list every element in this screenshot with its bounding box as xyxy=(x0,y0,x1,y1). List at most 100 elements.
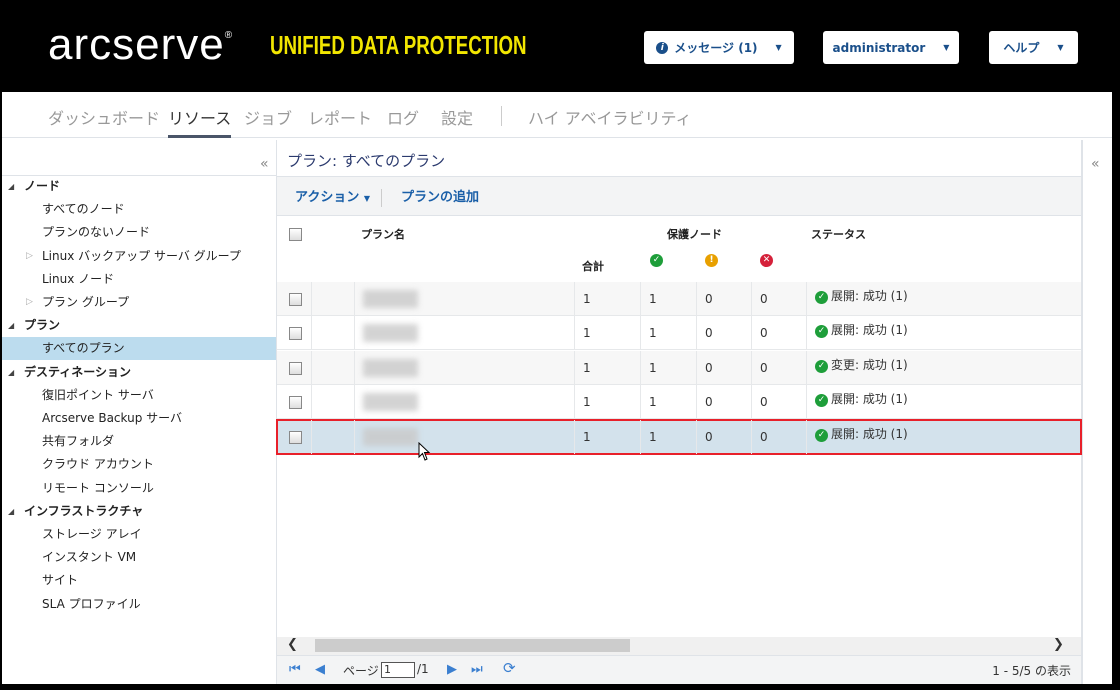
cell-ok: 1 xyxy=(640,282,696,316)
cell-err: 0 xyxy=(751,316,806,351)
next-page-icon[interactable]: ▶ xyxy=(447,662,457,677)
logo-mark: ® xyxy=(224,30,234,41)
sidebar-item-label: クラウド アカウント xyxy=(42,457,154,472)
table-row[interactable]: 1 1 0 0 ✓ 変更: 成功 (1) xyxy=(277,350,1081,385)
table-row[interactable]: 1 1 0 0 ✓ 展開: 成功 (1) xyxy=(277,282,1081,316)
horizontal-scrollbar[interactable]: ❮ ❯ xyxy=(277,637,1081,655)
sidebar-item[interactable]: クラウド アカウント xyxy=(2,453,276,476)
nav-jobs[interactable]: ジョブ xyxy=(244,105,292,129)
column-protected-nodes: 保護ノード xyxy=(667,228,722,241)
user-menu-button[interactable]: administrator ▼ xyxy=(823,31,959,64)
actions-menu[interactable]: アクション ▼ xyxy=(295,186,370,205)
column-plan-name[interactable]: プラン名 xyxy=(361,226,405,242)
sidebar-item[interactable]: Arcserve Backup サーバ xyxy=(2,407,276,430)
success-icon: ✓ xyxy=(650,254,663,267)
actions-label: アクション xyxy=(295,190,360,205)
row-checkbox[interactable] xyxy=(289,293,302,306)
page-input[interactable]: 1 xyxy=(381,662,415,678)
column-total[interactable]: 合計 xyxy=(582,258,604,274)
scroll-right-icon[interactable]: ❯ xyxy=(1053,637,1064,652)
table-row[interactable]: 1 1 0 0 ✓ 展開: 成功 (1) xyxy=(277,385,1081,420)
cell-warn: 0 xyxy=(696,419,751,454)
sidebar-item[interactable]: サイト xyxy=(2,569,276,592)
cell-warn: 0 xyxy=(696,350,751,385)
nav-logs[interactable]: ログ xyxy=(387,105,419,129)
collapse-sidebar-icon[interactable]: « xyxy=(260,156,269,172)
nav-high-availability[interactable]: ハイ アベイラビリティ xyxy=(528,105,692,129)
header-bar: arcserve® UNIFIED DATA PROTECTION i メッセージ… xyxy=(2,0,1112,92)
nav-resources[interactable]: リソース xyxy=(168,105,232,138)
sidebar-item[interactable]: ◢ デスティネーション xyxy=(2,361,276,384)
sidebar-item[interactable]: すべてのノード xyxy=(2,198,276,221)
sidebar-item[interactable]: 復旧ポイント サーバ xyxy=(2,384,276,407)
cell-plan-name[interactable] xyxy=(354,385,574,420)
sidebar-item[interactable]: インスタント VM xyxy=(2,546,276,569)
sidebar-item[interactable]: 共有フォルダ xyxy=(2,430,276,453)
cell-status: ✓ 展開: 成功 (1) xyxy=(806,385,1081,420)
status-text: 展開: 成功 (1) xyxy=(831,392,908,407)
redacted-plan-name xyxy=(363,427,418,446)
main-nav: ダッシュボード リソース ジョブ レポート ログ 設定 ハイ アベイラビリティ xyxy=(2,92,1112,138)
caret-down-icon: ▼ xyxy=(775,43,782,52)
sidebar-item[interactable]: プランのないノード xyxy=(2,221,276,244)
cell-plan-name[interactable] xyxy=(354,350,574,385)
sidebar-item[interactable]: SLA プロファイル xyxy=(2,593,276,616)
sidebar-item[interactable]: ◢ プラン xyxy=(2,314,276,337)
messages-button[interactable]: i メッセージ (1) ▼ xyxy=(644,31,794,64)
scrollbar-thumb[interactable] xyxy=(315,639,630,652)
sidebar-item-label: リモート コンソール xyxy=(42,480,154,495)
app-window: arcserve® UNIFIED DATA PROTECTION i メッセージ… xyxy=(2,0,1112,684)
column-status[interactable]: ステータス xyxy=(811,226,866,242)
sidebar-item[interactable]: Linux ノード xyxy=(2,268,276,291)
expand-panel-icon[interactable]: « xyxy=(1091,156,1100,172)
sidebar-item[interactable]: ◢ インフラストラクチャ xyxy=(2,500,276,523)
row-checkbox[interactable] xyxy=(289,327,302,341)
sidebar-item-label: プランのないノード xyxy=(42,225,151,240)
sidebar-item[interactable]: ▷ Linux バックアップ サーバ グループ xyxy=(2,245,276,268)
expanded-triangle-icon[interactable]: ◢ xyxy=(8,314,14,337)
plans-panel: プラン: すべてのプラン アクション ▼ プランの追加 プラン名 保護ノード ス… xyxy=(276,140,1082,684)
prev-page-icon[interactable]: ◀ xyxy=(315,662,325,677)
sidebar-item[interactable]: ▷ プラン グループ xyxy=(2,291,276,314)
sidebar-item-label: SLA プロファイル xyxy=(42,596,141,611)
collapsed-triangle-icon[interactable]: ▷ xyxy=(26,291,33,314)
success-icon: ✓ xyxy=(815,291,828,304)
add-plan-button[interactable]: プランの追加 xyxy=(401,186,479,205)
nav-settings[interactable]: 設定 xyxy=(441,105,473,129)
sidebar-item[interactable]: ◢ ノード xyxy=(2,175,276,198)
sidebar-item[interactable]: ストレージ アレイ xyxy=(2,523,276,546)
table-row[interactable]: 1 1 0 0 ✓ 展開: 成功 (1) xyxy=(276,418,1082,455)
scroll-left-icon[interactable]: ❮ xyxy=(287,637,298,652)
cell-total: 1 xyxy=(574,419,640,454)
redacted-plan-name xyxy=(363,324,418,343)
cell-err: 0 xyxy=(751,350,806,385)
page-title: プラン: すべてのプラン xyxy=(287,152,446,170)
success-icon: ✓ xyxy=(815,428,828,442)
nav-reports[interactable]: レポート xyxy=(308,105,372,129)
row-checkbox[interactable] xyxy=(289,396,302,410)
sidebar-item-label: すべてのプラン xyxy=(42,341,125,356)
cell-plan-name[interactable] xyxy=(354,316,574,351)
user-label: administrator xyxy=(832,40,926,55)
cell-blank xyxy=(311,350,354,385)
expanded-triangle-icon[interactable]: ◢ xyxy=(8,500,14,523)
select-all-checkbox[interactable] xyxy=(289,228,302,241)
sidebar-item[interactable]: すべてのプラン xyxy=(2,337,276,361)
help-button[interactable]: ヘルプ ▼ xyxy=(989,31,1078,64)
last-page-icon[interactable]: ⏭ xyxy=(471,662,483,677)
cell-plan-name[interactable] xyxy=(354,282,574,316)
row-checkbox[interactable] xyxy=(289,361,302,375)
cell-plan-name[interactable] xyxy=(354,419,574,454)
refresh-icon[interactable]: ⟳ xyxy=(503,659,516,677)
cell-err: 0 xyxy=(751,282,806,316)
nav-dashboard[interactable]: ダッシュボード xyxy=(48,105,160,129)
sidebar-item-label: 共有フォルダ xyxy=(42,434,115,449)
expanded-triangle-icon[interactable]: ◢ xyxy=(8,175,14,198)
expanded-triangle-icon[interactable]: ◢ xyxy=(8,361,14,384)
sidebar-item[interactable]: リモート コンソール xyxy=(2,477,276,500)
first-page-icon[interactable]: ⏮ xyxy=(289,662,301,677)
table-row[interactable]: 1 1 0 0 ✓ 展開: 成功 (1) xyxy=(277,316,1081,351)
row-checkbox[interactable] xyxy=(289,430,302,444)
collapsed-triangle-icon[interactable]: ▷ xyxy=(26,245,33,268)
cell-ok: 1 xyxy=(640,385,696,420)
